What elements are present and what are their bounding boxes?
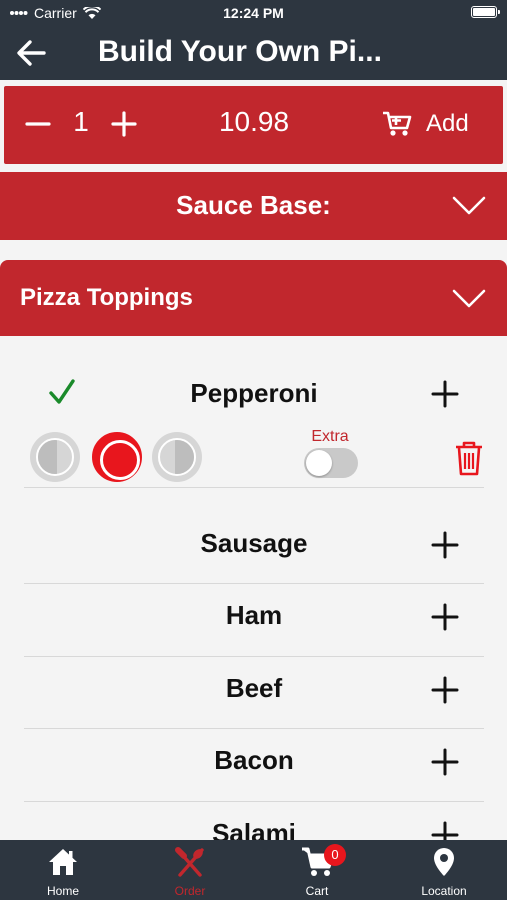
tab-label: Location [421,884,467,898]
topping-name: Beef [225,673,283,703]
plus-icon[interactable] [430,530,460,560]
cart-count-badge: 0 [324,844,346,866]
tab-home[interactable]: Home [0,840,126,900]
add-button-label: Add [426,110,469,137]
decrease-quantity-button[interactable] [24,110,52,138]
plus-icon[interactable] [430,602,460,632]
quantity-bar: 1 10.98 Add [4,86,503,164]
left-half-portion-button[interactable] [30,432,80,482]
cart-plus-icon [383,111,412,136]
selected-topping-row: Pepperoni Extra [24,336,484,488]
topping-name: Pepperoni [190,378,318,408]
right-half-portion-button[interactable] [152,432,202,482]
chevron-down-icon [452,196,486,215]
price-label: 10.98 [218,106,290,137]
location-pin-icon [434,848,454,876]
topping-name: Bacon [214,745,294,775]
utensils-icon [175,847,204,877]
extra-toggle[interactable] [304,448,358,478]
sauce-base-label: Sauce Base: [176,190,331,220]
extra-label: Extra [311,428,349,445]
topping-row[interactable]: Salami [24,802,484,840]
back-arrow-icon[interactable] [14,36,48,70]
plus-icon[interactable] [430,675,460,705]
plus-icon[interactable] [430,747,460,777]
chevron-down-icon [452,289,486,308]
topping-name: Sausage [200,528,308,558]
increase-quantity-button[interactable] [110,110,138,138]
topping-row[interactable]: Bacon [24,729,484,802]
topping-row[interactable]: Sausage [24,488,484,584]
add-to-cart-button[interactable]: Add [382,104,490,144]
trash-icon[interactable] [454,440,484,476]
nav-header: Build Your Own Pi... [0,26,507,80]
tab-label: Cart [305,884,329,898]
clock: 12:24 PM [223,5,284,21]
home-icon [49,849,77,875]
battery-icon [471,6,500,18]
sauce-base-section[interactable]: Sauce Base: [0,172,507,240]
plus-icon[interactable] [430,379,460,409]
tab-label: Home [46,884,79,898]
plus-icon[interactable] [430,820,460,840]
tab-order[interactable]: Order [127,840,253,900]
topping-name: Ham [225,600,283,630]
topping-row[interactable]: Beef [24,657,484,729]
quantity-value: 1 [73,106,89,137]
toppings-list[interactable]: Pepperoni Extra Sausage Ham Beef Bacon S… [0,336,507,840]
page-title: Build Your Own Pi... [98,35,382,68]
tab-location[interactable]: Location [381,840,507,900]
topping-name: Salami [212,818,296,840]
tab-bar: Home Order 0 Cart Location [0,840,507,900]
tab-label: Order [174,884,206,898]
pizza-toppings-section[interactable]: Pizza Toppings [0,260,507,336]
pizza-toppings-label: Pizza Toppings [20,284,193,311]
topping-row[interactable]: Ham [24,584,484,657]
whole-portion-button[interactable] [92,432,142,482]
tab-cart[interactable]: 0 Cart [254,840,380,900]
status-bar: Carrier 12:24 PM [0,0,507,26]
